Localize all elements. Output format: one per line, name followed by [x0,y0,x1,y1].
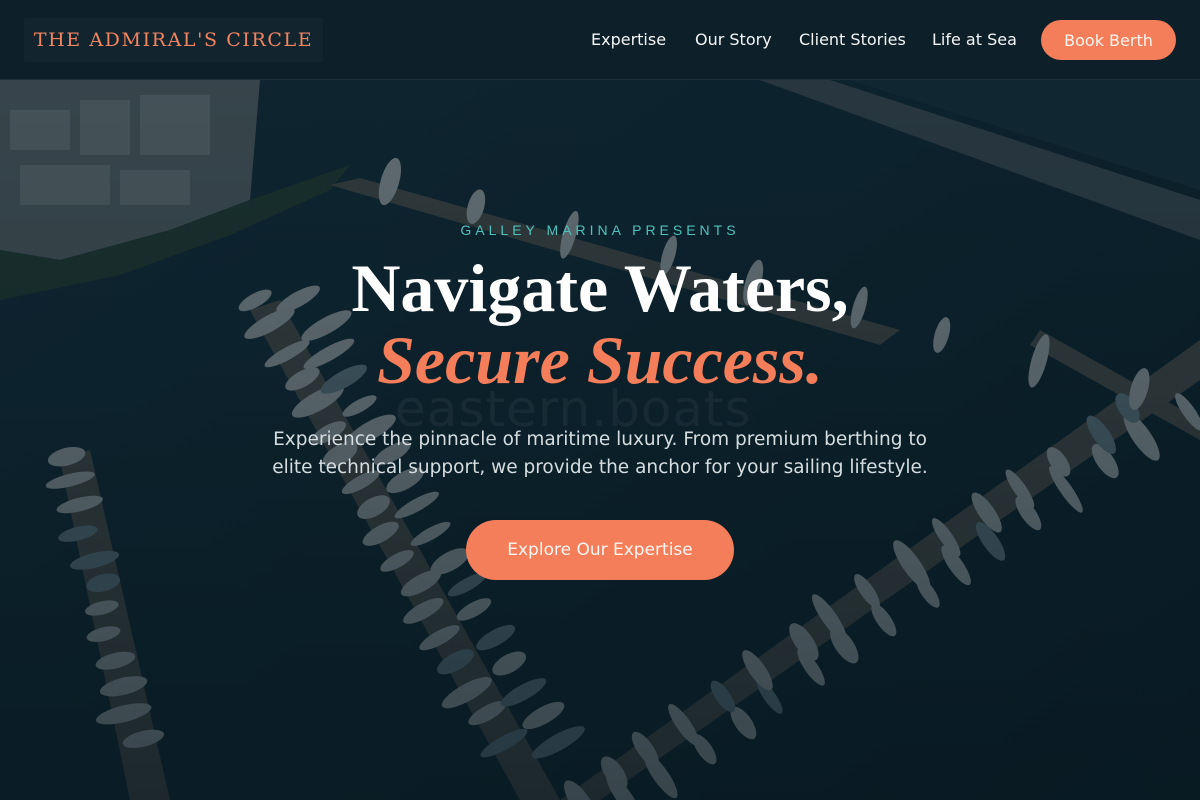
site-logo[interactable]: THE ADMIRAL'S CIRCLE [24,18,323,62]
hero-headline: Navigate Waters, Secure Success. [0,252,1200,396]
hero-headline-line1: Navigate Waters, [351,250,849,326]
nav-link-expertise[interactable]: Expertise [591,0,666,80]
hero-headline-accent: Secure Success. [377,322,823,398]
hero-eyebrow: GALLEY MARINA PRESENTS [460,222,740,238]
book-berth-button[interactable]: Book Berth [1041,20,1176,60]
site-header: THE ADMIRAL'S CIRCLE Expertise Our Story… [0,0,1200,80]
nav-link-client-stories[interactable]: Client Stories [799,0,906,80]
logo-text: THE ADMIRAL'S CIRCLE [33,29,314,51]
hero-subtitle: Experience the pinnacle of maritime luxu… [272,429,928,478]
explore-expertise-button[interactable]: Explore Our Expertise [466,520,734,580]
hero-section: GALLEY MARINA PRESENTS Navigate Waters, … [0,80,1200,800]
nav-link-our-story[interactable]: Our Story [695,0,772,80]
nav-link-life-at-sea[interactable]: Life at Sea [932,0,1017,80]
